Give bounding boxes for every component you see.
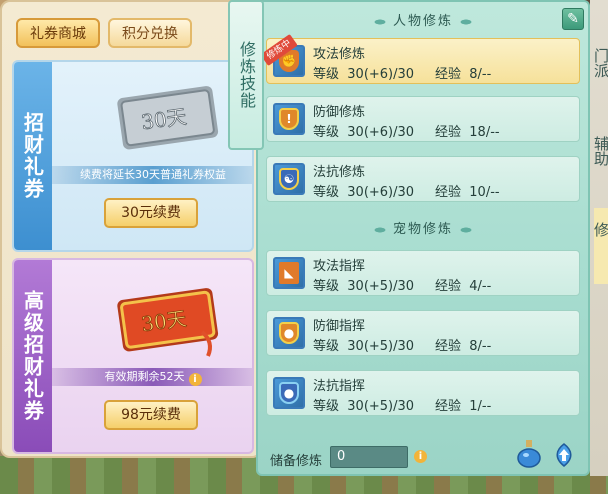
- skill-exp: 经验 8/--: [435, 67, 492, 82]
- shield-icon: !: [273, 103, 305, 135]
- ticket-card-basic: 招财礼券 30天 续费将延长30天普通礼券权益 30元续费: [12, 60, 254, 252]
- skill-level: 等级 30(+5)/30: [313, 279, 415, 294]
- info-icon[interactable]: i: [188, 373, 202, 386]
- tab-points-exchange[interactable]: 积分兑换: [108, 18, 192, 48]
- upgrade-arrow-icon[interactable]: [552, 442, 576, 468]
- ticket-description: 续费将延长30天普通礼券权益: [52, 166, 252, 184]
- skill-row-pet-defense[interactable]: ● 防御指挥 等级 30(+5)/30 经验 8/--: [266, 310, 580, 356]
- skill-row-resist[interactable]: ☯ 法抗修炼 等级 30(+6)/30 经验 10/--: [266, 156, 580, 202]
- tab-coupon-shop[interactable]: 礼券商城: [16, 18, 100, 48]
- ticket-name: 高级招财礼券: [14, 260, 52, 452]
- skill-level: 等级 30(+6)/30: [313, 185, 415, 200]
- skill-level: 等级 30(+5)/30: [313, 339, 415, 354]
- cultivation-panel: 人物修炼 ✎ ✊ 修炼中 攻法修炼 等级 30(+6)/30 经验 8/-- !…: [256, 0, 590, 476]
- tab-cultivation[interactable]: 修: [592, 208, 608, 284]
- skill-name: 法抗指挥: [313, 379, 366, 394]
- pizza-paw-icon: ◣: [273, 257, 305, 289]
- tab-sect[interactable]: 门派: [592, 48, 608, 78]
- skill-row-attack[interactable]: ✊ 修炼中 攻法修炼 等级 30(+6)/30 经验 8/--: [260, 33, 580, 84]
- paw-magic-icon: ●: [273, 377, 305, 409]
- skill-exp: 经验 4/--: [435, 279, 492, 294]
- skill-exp: 经验 1/--: [435, 399, 492, 414]
- reserve-label: 储备修炼: [270, 454, 323, 469]
- skill-level: 等级 30(+6)/30: [313, 125, 415, 140]
- skill-row-pet-resist[interactable]: ● 法抗指挥 等级 30(+5)/30 经验 1/--: [266, 370, 580, 416]
- skill-row-pet-attack[interactable]: ◣ 攻法指挥 等级 30(+5)/30 经验 4/--: [266, 250, 580, 296]
- silver-ticket-icon: 30天: [117, 86, 219, 150]
- skill-row-defense[interactable]: ! 防御修炼 等级 30(+6)/30 经验 18/--: [266, 96, 580, 142]
- edit-icon[interactable]: ✎: [562, 8, 584, 30]
- paw-shield-icon: ●: [273, 317, 305, 349]
- skill-level: 等级 30(+6)/30: [313, 67, 415, 82]
- character-cultivation-title: 人物修炼: [258, 10, 588, 29]
- skill-name: 防御修炼: [313, 105, 366, 120]
- cultivation-skills-label: 修炼技能: [228, 0, 264, 150]
- skill-exp: 经验 8/--: [435, 339, 492, 354]
- skill-name: 防御指挥: [313, 319, 366, 334]
- skill-name: 攻法指挥: [313, 259, 366, 274]
- ticket-card-premium: 高级招财礼券 30天 有效期剩余52天 i 98元续费: [12, 258, 254, 454]
- skill-name: 攻法修炼: [313, 47, 366, 62]
- skill-level: 等级 30(+5)/30: [313, 399, 415, 414]
- gold-ticket-icon: 30天: [117, 288, 219, 357]
- reserve-value-field: 0: [330, 446, 408, 468]
- skill-name: 法抗修炼: [313, 165, 366, 180]
- ticket-name: 招财礼券: [14, 62, 52, 250]
- pet-cultivation-title: 宠物修炼: [258, 218, 588, 237]
- info-icon[interactable]: i: [414, 450, 427, 463]
- coupon-shop-panel: 礼券商城 积分兑换 招财礼券 30天 续费将延长30天普通礼券权益 30元续费 …: [0, 0, 262, 458]
- skill-exp: 经验 18/--: [435, 125, 500, 140]
- potion-icon[interactable]: [516, 438, 542, 468]
- skill-exp: 经验 10/--: [435, 185, 500, 200]
- yinyang-icon: ☯: [273, 163, 305, 195]
- ticket-description: 有效期剩余52天 i: [52, 368, 252, 386]
- tab-assist[interactable]: 辅助: [592, 136, 608, 166]
- renew-basic-button[interactable]: 30元续费: [104, 198, 198, 228]
- renew-premium-button[interactable]: 98元续费: [104, 400, 198, 430]
